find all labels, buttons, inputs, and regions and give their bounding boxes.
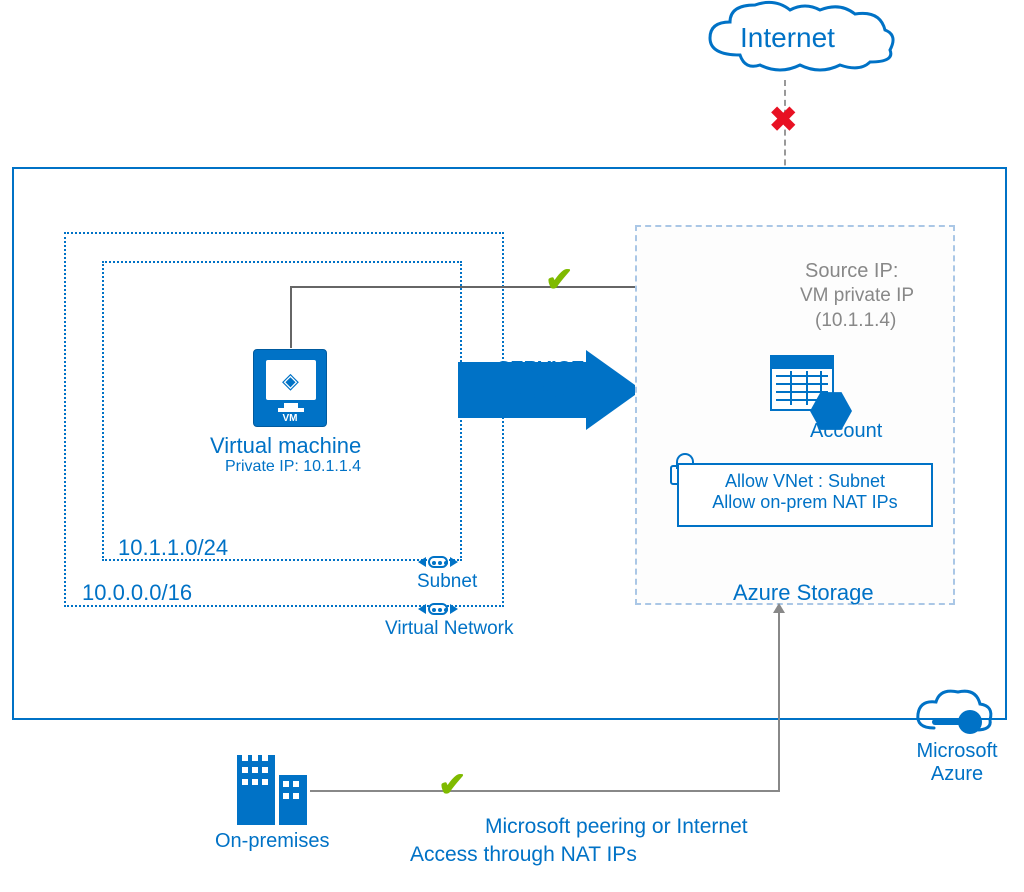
onprem-connector-horizontal — [310, 790, 778, 792]
service-endpoint-label: SERVICE ENDPOINT — [497, 358, 600, 404]
azure-brand-label: Microsoft Azure — [912, 740, 1002, 786]
storage-acl-box: Allow VNet : Subnet Allow on-prem NAT IP… — [677, 463, 933, 527]
azure-brand-line2: Azure — [912, 763, 1002, 786]
subnet-label: Subnet — [417, 571, 477, 593]
vm-private-ip-label: Private IP: 10.1.1.4 — [225, 458, 361, 476]
vm-connector-horizontal — [290, 286, 685, 288]
azure-storage-title: Azure Storage — [733, 580, 874, 606]
vm-connector-vertical — [290, 286, 292, 348]
azure-cloud-icon — [914, 686, 994, 738]
storage-source-ip-label: Source IP: — [805, 260, 898, 283]
internet-label: Internet — [740, 22, 835, 54]
onprem-connector-vertical — [778, 605, 780, 792]
vnet-label: Virtual Network — [385, 618, 513, 640]
vm-title-label: Virtual machine — [210, 433, 361, 459]
on-premises-label: On-premises — [215, 830, 329, 853]
vm-icon: ◈ VM — [253, 349, 327, 427]
onprem-allowed-check-icon: ✔ — [438, 765, 467, 805]
storage-source-ip-value: (10.1.1.4) — [815, 310, 896, 332]
allowed-check-icon: ✔ — [545, 260, 574, 300]
service-endpoint-line2: ENDPOINT — [497, 381, 600, 404]
storage-acl-line2: Allow on-prem NAT IPs — [689, 492, 921, 513]
azure-storage-container — [635, 225, 955, 605]
vm-badge-label: VM — [254, 413, 326, 424]
service-endpoint-line1: SERVICE — [497, 358, 600, 381]
azure-brand-line1: Microsoft — [912, 740, 1002, 763]
storage-acl-line1: Allow VNet : Subnet — [689, 471, 921, 492]
onprem-peering-line2: Access through NAT IPs — [410, 843, 637, 867]
on-premises-building-icon — [237, 745, 307, 825]
storage-account-label: Account — [810, 420, 882, 443]
vnet-cidr-label: 10.0.0.0/16 — [82, 580, 192, 606]
storage-source-ip-sub: VM private IP — [800, 285, 914, 307]
subnet-cidr-label: 10.1.1.0/24 — [118, 535, 228, 561]
onprem-peering-line1: Microsoft peering or Internet — [485, 815, 748, 839]
blocked-icon: ✖ — [769, 100, 798, 140]
